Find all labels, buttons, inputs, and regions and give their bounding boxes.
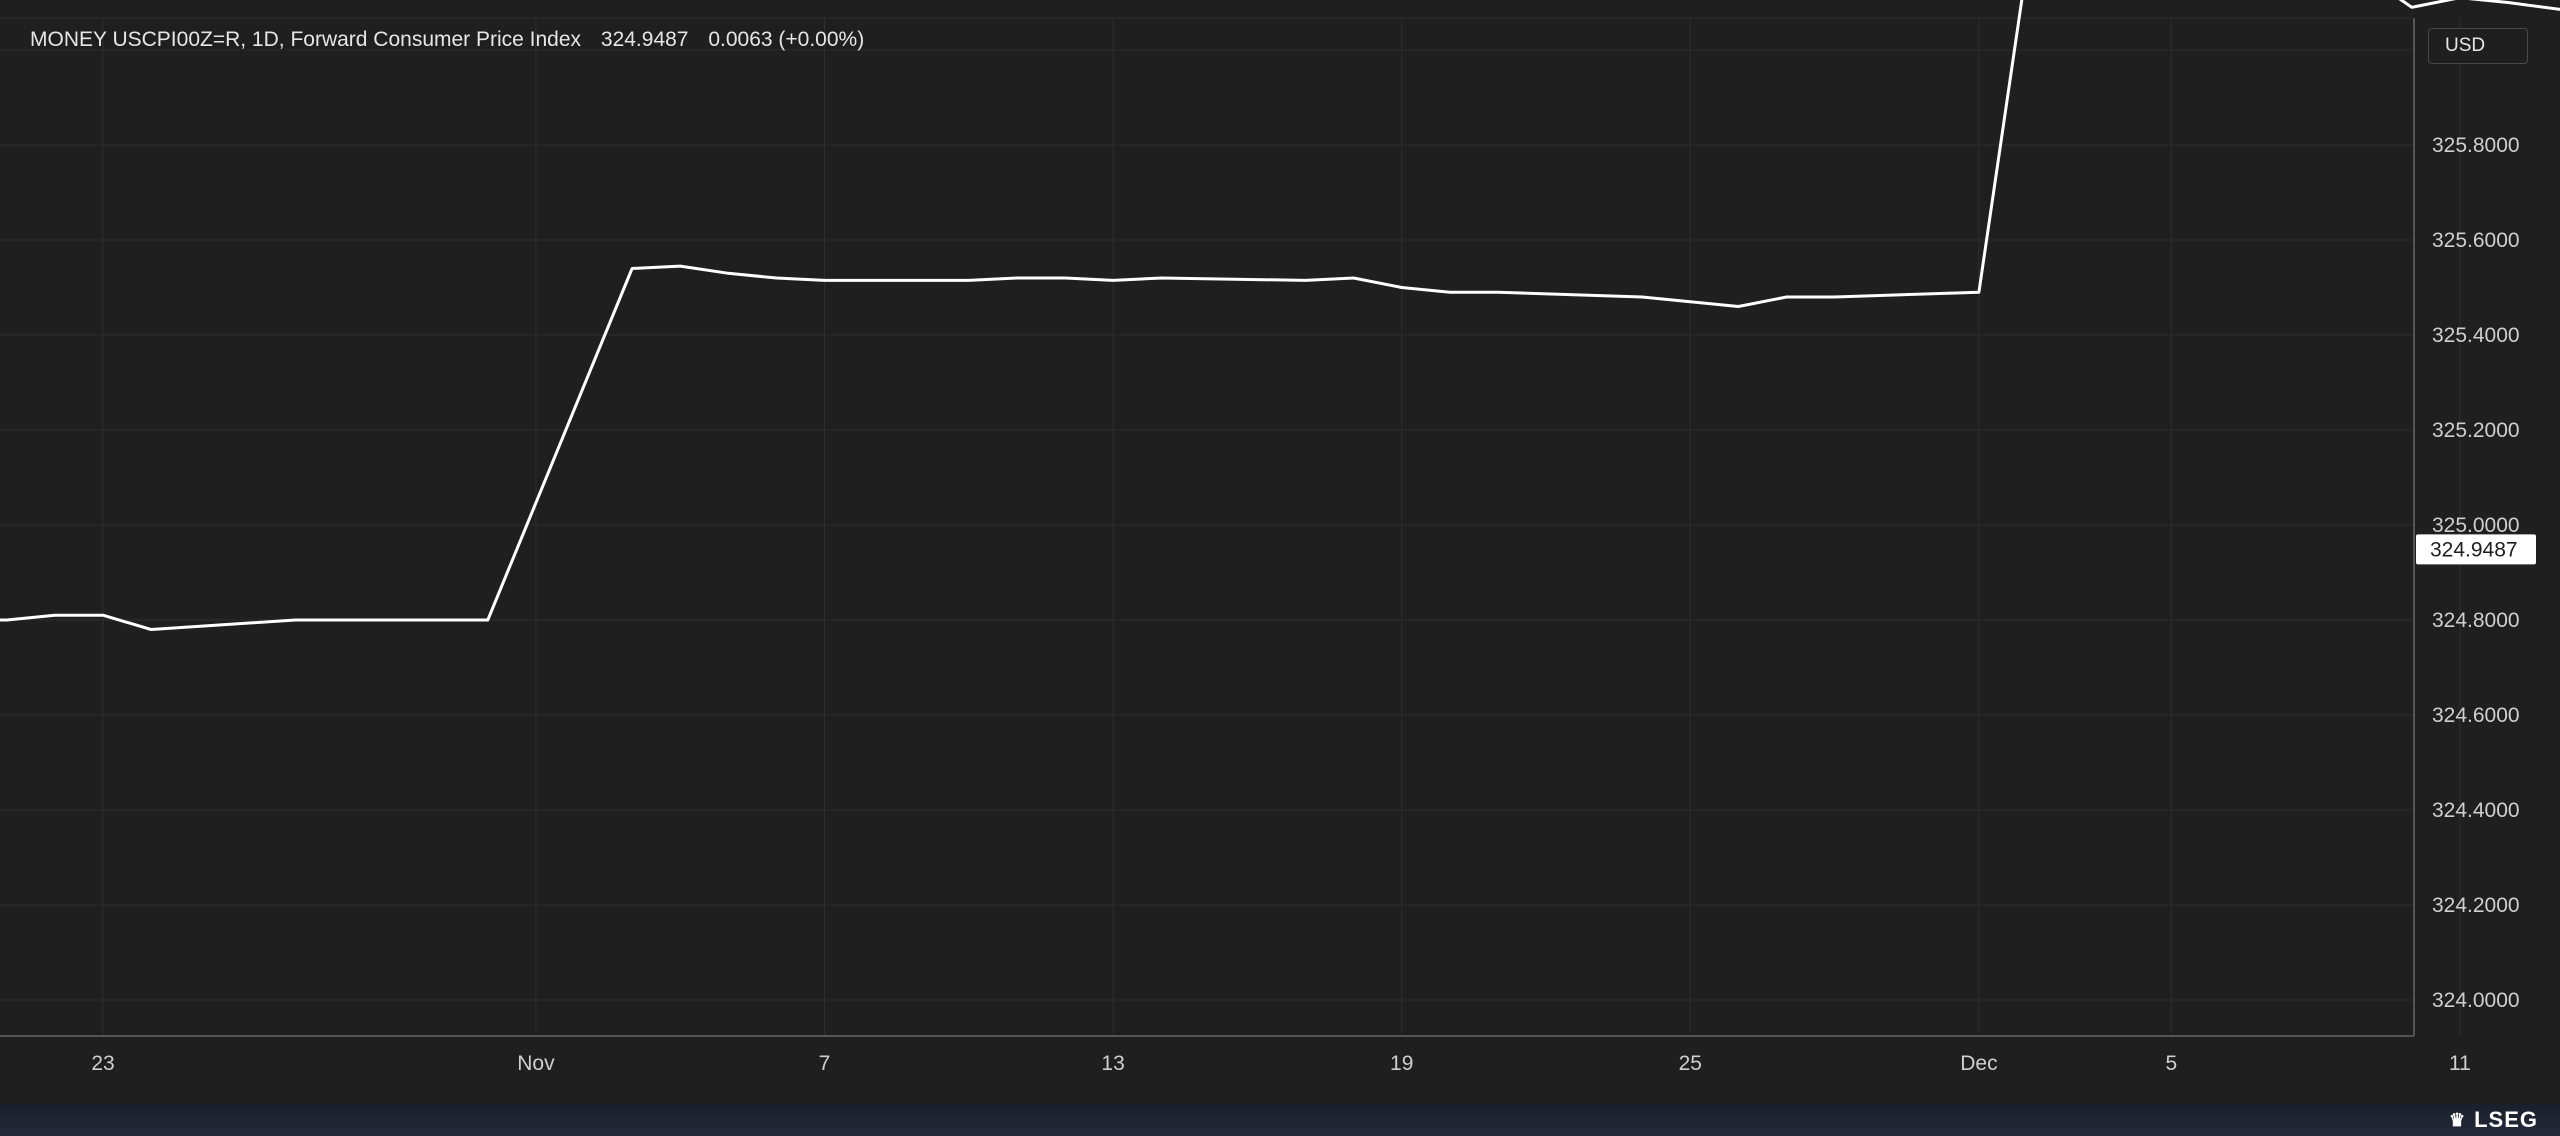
x-tick-label: 7 (819, 1052, 831, 1075)
chart-legend: MONEY USCPI00Z=R, 1D, Forward Consumer P… (30, 28, 864, 52)
data-point (52, 612, 58, 618)
data-point (1158, 275, 1164, 281)
data-point (1303, 277, 1309, 283)
data-point (1832, 294, 1838, 300)
x-tick-label: 5 (2165, 1052, 2177, 1075)
brand-logo: ♛ LSEG (2449, 1104, 2538, 1136)
data-point (341, 617, 347, 623)
x-tick-label: Dec (1960, 1052, 1997, 1075)
data-point (1495, 289, 1501, 295)
data-point (1976, 289, 1982, 295)
data-point (437, 617, 443, 623)
y-tick-label: 325.6000 (2432, 229, 2520, 252)
data-point (725, 270, 731, 276)
y-tick-label: 324.6000 (2432, 704, 2520, 727)
data-point (4, 617, 10, 623)
y-tick-label: 324.8000 (2432, 609, 2520, 632)
last-value: 324.9487 (600, 28, 689, 51)
data-point (1110, 277, 1116, 283)
price-chart[interactable]: 326.4000326.2000326.0000325.8000325.6000… (0, 0, 2560, 1136)
data-point (100, 612, 106, 618)
data-point (1351, 275, 1357, 281)
x-tick-label: 11 (2449, 1052, 2471, 1075)
data-point (2409, 4, 2415, 10)
data-point (1735, 304, 1741, 310)
y-tick-label: 325.4000 (2432, 324, 2520, 347)
data-point (485, 617, 491, 623)
x-tick-label: Nov (517, 1052, 555, 1075)
price-change: 0.0063 (+0.00%) (708, 28, 865, 51)
currency-selector[interactable]: USD (2428, 28, 2528, 64)
footer-bar (0, 1104, 2560, 1136)
x-tick-label: 13 (1101, 1052, 1124, 1075)
last-price-marker: 324.9487 (2416, 534, 2536, 565)
y-tick-label: 324.4000 (2432, 799, 2520, 822)
data-point (1014, 275, 1020, 281)
data-point (389, 617, 395, 623)
data-point (1687, 299, 1693, 305)
price-tag-label: 324.9487 (2430, 538, 2518, 561)
y-tick-label: 325.2000 (2432, 419, 2520, 442)
data-point (773, 275, 779, 281)
plot-background (0, 0, 2560, 1104)
data-point (1399, 285, 1405, 291)
instrument-title: MONEY USCPI00Z=R, 1D, Forward Consumer P… (30, 28, 582, 51)
data-point (966, 277, 972, 283)
data-point (677, 263, 683, 269)
data-point (1062, 275, 1068, 281)
brand-name: LSEG (2474, 1107, 2538, 1132)
y-tick-label: 324.0000 (2432, 989, 2520, 1012)
data-point (1784, 294, 1790, 300)
y-tick-label: 324.2000 (2432, 894, 2520, 917)
x-tick-label: 23 (91, 1052, 114, 1075)
data-point (1447, 289, 1453, 295)
y-tick-label: 325.0000 (2432, 514, 2520, 537)
data-point (292, 617, 298, 623)
lion-icon: ♛ (2448, 1109, 2467, 1130)
data-point (822, 277, 828, 283)
data-point (1639, 294, 1645, 300)
y-tick-label: 325.8000 (2432, 134, 2520, 157)
x-tick-label: 25 (1679, 1052, 1702, 1075)
chart-window: 326.4000326.2000326.0000325.8000325.6000… (0, 0, 2560, 1136)
x-tick-label: 19 (1390, 1052, 1413, 1075)
data-point (148, 627, 154, 633)
data-point (629, 266, 635, 272)
